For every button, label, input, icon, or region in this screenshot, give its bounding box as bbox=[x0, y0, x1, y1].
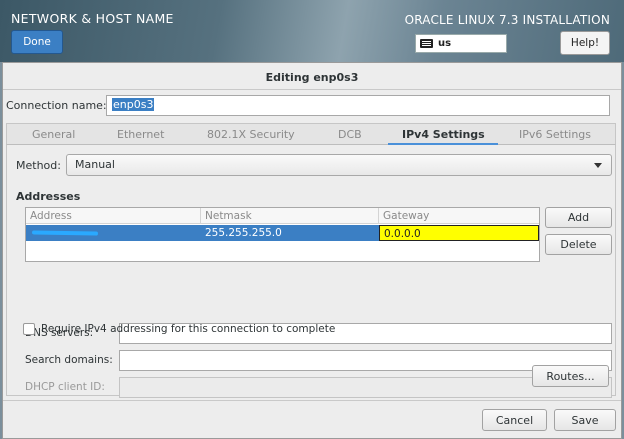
ipv4-settings-panel: Method: Manual Addresses Address Netmask… bbox=[6, 145, 616, 398]
connection-name-value: enp0s3 bbox=[112, 98, 155, 111]
method-value: Manual bbox=[75, 158, 115, 171]
keyboard-layout-label: us bbox=[438, 38, 452, 49]
routes-button[interactable]: Routes... bbox=[532, 365, 609, 387]
installer-header: NETWORK & HOST NAME Done ORACLE LINUX 7.… bbox=[0, 0, 624, 62]
footer-divider bbox=[3, 400, 621, 401]
save-button[interactable]: Save bbox=[554, 409, 616, 431]
table-row[interactable]: 255.255.255.0 0.0.0.0 bbox=[26, 225, 539, 241]
gateway-cell[interactable]: 0.0.0.0 bbox=[379, 225, 539, 241]
keyboard-layout-indicator[interactable]: us bbox=[415, 34, 507, 53]
tab-general[interactable]: General bbox=[32, 128, 75, 141]
tab-dcb[interactable]: DCB bbox=[338, 128, 362, 141]
redaction-mark bbox=[31, 230, 99, 236]
address-cell[interactable] bbox=[26, 225, 201, 241]
add-address-button[interactable]: Add bbox=[545, 207, 612, 228]
help-button[interactable]: Help! bbox=[560, 31, 610, 55]
addresses-table[interactable]: Address Netmask Gateway 255.255.255.0 0.… bbox=[25, 207, 540, 262]
require-ipv4-label[interactable]: Require IPv4 addressing for this connect… bbox=[41, 323, 335, 335]
column-header-netmask[interactable]: Netmask bbox=[201, 208, 379, 224]
settings-tabs: General Ethernet 802.1X Security DCB IPv… bbox=[6, 123, 616, 145]
tab-ipv6-settings[interactable]: IPv6 Settings bbox=[519, 128, 591, 141]
search-domains-label: Search domains: bbox=[25, 354, 113, 366]
edit-connection-dialog: Editing enp0s3 Connection name: enp0s3 G… bbox=[2, 62, 622, 439]
column-header-gateway[interactable]: Gateway bbox=[379, 208, 539, 224]
method-dropdown[interactable]: Manual bbox=[66, 154, 612, 176]
spoke-title: NETWORK & HOST NAME bbox=[11, 11, 174, 26]
done-button[interactable]: Done bbox=[11, 30, 63, 54]
dhcp-client-id-label: DHCP client ID: bbox=[25, 381, 105, 393]
tab-ethernet[interactable]: Ethernet bbox=[117, 128, 164, 141]
tab-8021x-security[interactable]: 802.1X Security bbox=[207, 128, 295, 141]
dialog-title: Editing enp0s3 bbox=[265, 71, 359, 84]
cancel-button[interactable]: Cancel bbox=[482, 409, 547, 431]
require-ipv4-checkbox[interactable] bbox=[23, 323, 35, 335]
tab-ipv4-settings[interactable]: IPv4 Settings bbox=[402, 128, 485, 141]
method-label: Method: bbox=[16, 159, 61, 172]
installer-title: ORACLE LINUX 7.3 INSTALLATION bbox=[404, 13, 610, 27]
addresses-heading: Addresses bbox=[16, 190, 81, 203]
column-header-address[interactable]: Address bbox=[26, 208, 201, 224]
delete-address-button[interactable]: Delete bbox=[545, 234, 612, 255]
connection-name-input[interactable]: enp0s3 bbox=[106, 95, 610, 116]
netmask-cell[interactable]: 255.255.255.0 bbox=[201, 225, 379, 241]
chevron-down-icon bbox=[594, 163, 602, 168]
title-divider bbox=[3, 89, 621, 90]
connection-name-label: Connection name: bbox=[6, 99, 107, 112]
keyboard-icon bbox=[420, 39, 433, 48]
